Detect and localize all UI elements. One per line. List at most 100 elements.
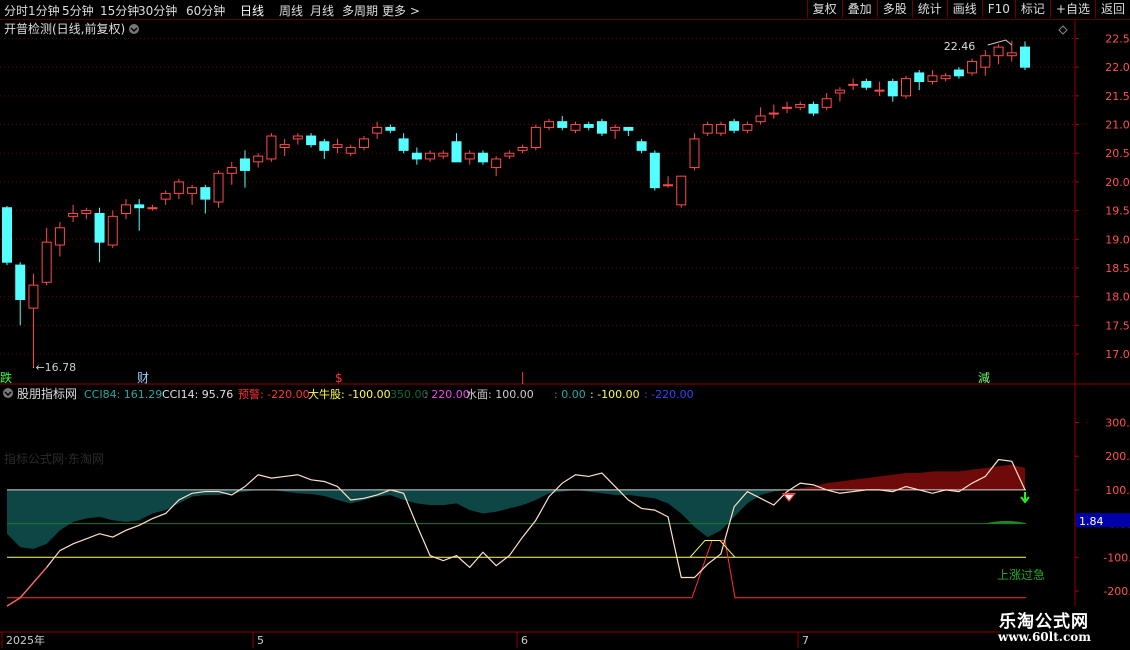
indicator-axis-label: 300.0 [1105,417,1130,430]
candle-body [834,89,845,94]
candle-body [729,121,740,131]
candle-body [636,141,647,151]
cci14-line-red [6,567,48,607]
price-axis-label: 21.00 [1105,119,1130,132]
candle-body [530,126,541,148]
chevron-down-icon[interactable] [129,24,139,34]
price-axis-label: 17.50 [1105,319,1130,332]
candle-body [213,172,224,203]
event-marker: 減 [978,370,990,385]
candle-body [279,144,290,148]
candle-body [967,60,978,74]
candle-body [306,135,317,146]
indicator-watermark: 指标公式网·东淘网 [4,451,104,466]
candle-body [292,135,303,140]
candle-body [173,181,184,194]
main-chart-title: 开普检测(日线,前复权) [4,21,125,36]
candle-body [134,204,145,209]
candle-body [200,187,211,200]
candle-body [239,158,250,171]
candle-body [689,138,700,169]
high-pointer-line [987,39,1013,46]
indicator-legend-4: 350.00 [390,388,429,401]
candle-body [980,55,991,68]
candle-body [676,175,687,206]
candle-body [94,212,105,243]
candle-body [68,212,79,217]
price-axis-label: 18.00 [1105,291,1130,304]
low-price-label: ←16.78 [35,361,76,374]
candle-body [927,75,938,83]
candle-body [266,135,277,160]
candle-body [372,126,383,134]
indicator-legend-5: : 220.00 [424,388,470,401]
candle-body [795,103,806,108]
candle-body [887,81,898,97]
indicator-legend-2: 预警: -220.00 [238,387,310,401]
diamond-icon[interactable] [1058,25,1068,35]
price-axis-label: 20.00 [1105,176,1130,189]
indicator-legend-9: : -220.00 [644,388,694,401]
candle-body [41,241,52,283]
candle-body [411,152,422,160]
indicator-name: 股朋指标网 [17,386,77,401]
chart-canvas[interactable]: 22.50 22.00 21.50 21.00 20.50 20.00 19.50 19.00… [0,0,1130,650]
warning-line-step [691,539,1026,599]
candle-body [1020,46,1030,68]
candle-body [755,115,766,123]
high-price-label: 22.46 [944,40,976,53]
candle-body [742,124,753,131]
candle-body [649,152,660,189]
candle-body [782,106,793,109]
candle-body [808,103,819,114]
event-marker: $ [335,371,343,385]
candle-body [398,138,409,151]
down-arrow-icon [1020,492,1030,504]
event-marker: 财 [137,371,149,385]
candle-body [451,141,462,163]
current-value-label: 1.84 [1079,515,1104,528]
cci84-fill-below [7,489,1025,549]
candle-body [901,78,912,97]
candle-body [953,69,964,77]
candle-body [610,126,621,131]
signal-label: 上涨过急 [997,567,1045,582]
candle-body [544,121,555,128]
candle-body [2,207,12,263]
candle-body [504,152,515,157]
bull-line-step [689,539,736,558]
candle-body [1006,52,1017,57]
candle-body [583,124,594,128]
candle-body [557,121,568,128]
indicator-axis-label: -200.0 [1103,585,1130,598]
candle-body [702,124,713,134]
candle-body [517,146,528,151]
candle-body [385,126,396,131]
indicator-legend-6: 水面: 100.00 [466,388,534,401]
candle-body [147,207,158,210]
indicator-axis-label: 100.0 [1105,484,1130,497]
candle-body [81,210,92,214]
candle-body [464,152,475,160]
candle-body [874,89,885,92]
candle-body [477,152,488,163]
price-axis-label: 22.50 [1105,33,1130,46]
date-axis-label: 2025年 [6,633,45,647]
candle-body [358,138,369,148]
price-axis-label: 21.50 [1105,90,1130,103]
chevron-down-icon[interactable] [3,388,13,398]
candle-body [226,167,237,174]
candle-body [319,141,330,151]
candle-body [715,124,726,134]
candle-body [160,192,171,200]
indicator-legend-0: CCI84: 161.29 [84,388,162,401]
candle-body [940,75,951,80]
candle-body [120,204,131,214]
candle-body [914,72,925,83]
candle-body [993,46,1004,57]
candle-body [107,215,118,246]
date-axis-label: 5 [257,634,264,647]
candle-body [345,146,356,154]
candle-body [438,152,449,157]
candle-body [861,81,872,88]
